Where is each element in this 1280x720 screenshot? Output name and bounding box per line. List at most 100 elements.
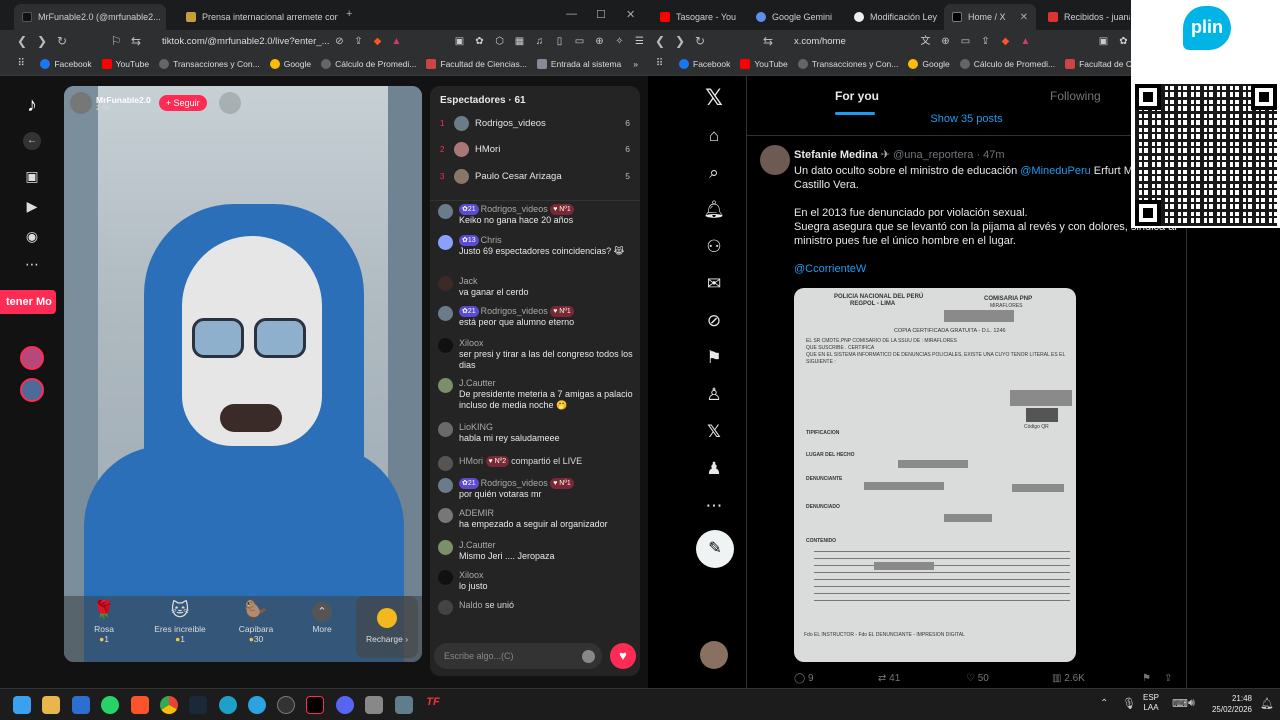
file-explorer-icon[interactable] (42, 696, 60, 714)
extensions-icon[interactable]: ✧ (614, 36, 625, 47)
search-icon[interactable]: ⌕ (700, 159, 728, 187)
share-icon[interactable]: ⇪ (980, 36, 991, 47)
telegram-icon[interactable] (248, 696, 266, 714)
back-arrow-icon[interactable]: ← (23, 132, 41, 150)
bookmark-google[interactable]: Google (908, 58, 950, 69)
profile-icon[interactable]: ♟ (700, 455, 728, 483)
post-image-document[interactable]: POLICIA NACIONAL DEL PERÚ REGPOL - LIMA … (794, 288, 1076, 662)
live-avatar[interactable] (20, 346, 44, 370)
reply-button[interactable]: ◯ 9 (794, 673, 878, 684)
bookmarks-more[interactable]: » (633, 59, 638, 69)
tab-x-home[interactable]: Home / X ✕ (944, 4, 1036, 30)
extension-icon[interactable]: ✿ (474, 36, 485, 47)
bookmark-transacciones[interactable]: Transacciones y Con... (797, 58, 898, 69)
comment-input[interactable]: Escribe algo...(C) (434, 643, 602, 669)
comment-row[interactable]: ✿21 Rodrigos_videos ♥ Nº1 Keiko no gana ha… (438, 204, 638, 226)
translate-icon[interactable]: 文 (920, 36, 931, 47)
maximize-icon[interactable]: ☐ (596, 8, 606, 21)
tab-following[interactable]: Following (1050, 89, 1101, 103)
extension-icon[interactable]: ▣ (1098, 36, 1109, 47)
gift-more[interactable]: ⌃ More (286, 600, 358, 634)
tab-modificacion[interactable]: Modificación Ley (846, 4, 942, 30)
reload-icon[interactable]: ↻ (52, 34, 72, 48)
comment-row[interactable]: HMori ♥ Nº2 compartió el LIVE (438, 456, 638, 471)
comment-username[interactable]: HMori (459, 456, 486, 466)
tf-app-icon[interactable]: TF (424, 696, 442, 714)
comment-username[interactable]: Rodrigos_videos (481, 306, 551, 316)
brave-icon[interactable] (131, 696, 149, 714)
chrome-icon[interactable] (160, 696, 178, 714)
start-windows-icon[interactable] (13, 696, 31, 714)
comment-username[interactable]: Rodrigos_videos (481, 478, 551, 488)
mail-icon[interactable] (72, 696, 90, 714)
comment-row[interactable]: Xiloox lo justo (438, 570, 638, 592)
discord-icon[interactable] (336, 696, 354, 714)
live-tv-icon[interactable]: ▣ (22, 168, 42, 188)
recharge-button[interactable]: Recharge › (356, 596, 418, 658)
extension-icon[interactable]: ⬡ (494, 36, 505, 47)
host-name[interactable]: MrFunable2.0 (96, 95, 151, 105)
bookmark-post-icon[interactable]: ⚑ (1142, 673, 1164, 684)
comment-username[interactable]: Rodrigos_videos (481, 204, 551, 214)
bookmark-youtube[interactable]: YouTube (740, 58, 788, 69)
comment-username[interactable]: Chris (481, 235, 502, 245)
live-video[interactable]: MrFunable2.0 2.6K + Seguir (64, 86, 422, 662)
repost-button[interactable]: ⇄ 41 (878, 673, 966, 684)
cast-icon[interactable]: ▭ (960, 36, 971, 47)
share-post-icon[interactable]: ⇪ (1164, 673, 1172, 684)
x-logo-icon[interactable]: 𝕏 (700, 84, 728, 112)
new-tab-icon[interactable]: + (346, 8, 352, 20)
forward-icon[interactable]: ❯ (670, 34, 690, 48)
back-icon[interactable]: ❮ (12, 34, 32, 48)
follow-button[interactable]: + Seguir (158, 95, 207, 111)
comment-row[interactable]: ADEMIR ha empezado a seguir al organizad… (438, 508, 638, 530)
extension-icon[interactable]: ✿ (1118, 36, 1129, 47)
tab-prensa[interactable]: Prensa internacional arremete contra... … (178, 4, 338, 30)
whatsapp-icon[interactable] (101, 696, 119, 714)
menu-icon[interactable]: ☰ (634, 36, 645, 47)
comment-row[interactable]: Jack va ganar el cerdo (438, 276, 638, 298)
tab-gmail[interactable]: Recibidos - juana (1040, 4, 1130, 30)
bookmark-icon[interactable]: ⚐ (106, 34, 126, 48)
music-icon[interactable]: ♫ (534, 36, 545, 47)
emoji-icon[interactable] (582, 650, 595, 663)
comment-username[interactable]: J.Cautter (459, 540, 496, 550)
grok-icon[interactable]: ⊘ (700, 307, 728, 335)
views-button[interactable]: ▥ 2.6K (1052, 673, 1142, 684)
reload-icon[interactable]: ↻ (690, 34, 710, 48)
brave-rewards-icon[interactable]: ▲ (1020, 36, 1031, 47)
calculator-icon[interactable] (365, 696, 383, 714)
clock[interactable]: 21:48 25/02/2026 (1210, 693, 1252, 715)
bookmark-calculo[interactable]: Cálculo de Promedi... (959, 58, 1055, 69)
minimize-icon[interactable]: — (566, 8, 577, 20)
follow-people-icon[interactable]: ⚇ (700, 233, 728, 261)
author-avatar[interactable] (760, 145, 790, 175)
more-dots-icon[interactable]: ⋯ (22, 256, 42, 276)
comment-row[interactable]: ✿21 Rodrigos_videos ♥ Nº1 por quién votara… (438, 478, 638, 500)
translate-icon[interactable]: ⊘ (334, 36, 345, 47)
comment-username[interactable]: Naldo (459, 600, 485, 610)
obs-icon[interactable] (277, 696, 295, 714)
comment-row[interactable]: Xiloox ser presi y tirar a las del congr… (438, 338, 638, 371)
language-indicator[interactable]: ESP LAA (1143, 693, 1159, 713)
messages-icon[interactable]: ✉ (700, 270, 728, 298)
bookmark-facultad[interactable]: Facultad de Ciencias... (426, 58, 527, 69)
comment-username[interactable]: Xiloox (459, 570, 484, 580)
gift-rosa[interactable]: 🌹 Rosa ●1 (68, 600, 140, 644)
bookmark-calculo[interactable]: Cálculo de Promedi... (321, 58, 416, 69)
gift-capibara[interactable]: 🦫 Capibara ●30 (220, 600, 292, 644)
tab-for-you[interactable]: For you (835, 89, 879, 103)
post-compose-button[interactable]: ✎ (696, 530, 734, 568)
show-posts-link[interactable]: Show 35 posts (747, 112, 1186, 136)
notepad-icon[interactable] (395, 696, 413, 714)
more-circle-icon[interactable]: ⋯ (700, 492, 728, 520)
premium-x-icon[interactable]: 𝕏 (700, 418, 728, 446)
steam-icon[interactable] (189, 696, 207, 714)
close-tab-icon[interactable]: ✕ (1020, 12, 1028, 23)
extension-icon[interactable]: ▣ (454, 36, 465, 47)
live-avatar[interactable] (20, 378, 44, 402)
post-time[interactable]: · 47m (976, 149, 1004, 161)
zoom-icon[interactable]: ⊕ (940, 36, 951, 47)
microphone-icon[interactable]: 🎙︎ (1122, 697, 1136, 710)
comment-username[interactable]: ADEMIR (459, 508, 494, 518)
